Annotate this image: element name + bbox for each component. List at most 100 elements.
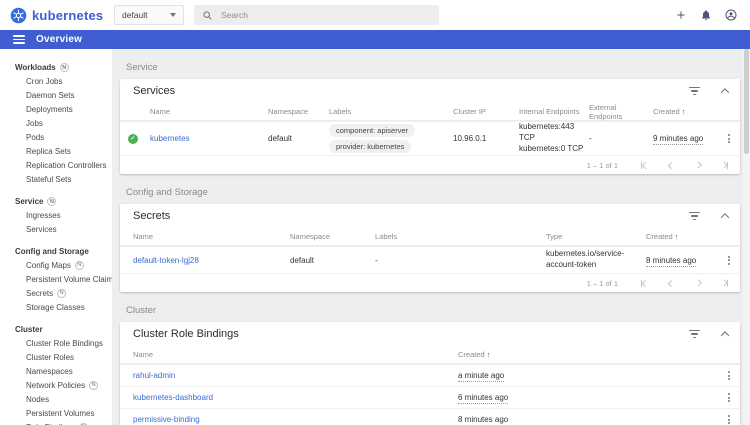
row-actions-menu-icon[interactable]	[726, 254, 732, 267]
cluster-role-bindings-card: Cluster Role Bindings Name Created ↑ rahu…	[120, 322, 740, 425]
sidebar-item-persistent-volume-claims[interactable]: Persistent Volume ClaimsN	[0, 272, 112, 286]
menu-icon[interactable]	[13, 34, 25, 45]
sidebar-item-daemon-sets[interactable]: Daemon Sets	[0, 88, 112, 102]
crb-table-header: Name Created ↑	[120, 346, 740, 364]
crb-created: 8 minutes ago	[458, 415, 509, 425]
sidebar-item-pods[interactable]: Pods	[0, 130, 112, 144]
table-row: rahul-admin a minute ago	[120, 364, 740, 386]
col-created[interactable]: Created ↑	[653, 107, 721, 116]
secrets-pagination: 1 – 1 of 1	[120, 273, 740, 292]
col-namespace[interactable]: Namespace	[268, 107, 329, 116]
section-title-cluster: Cluster	[126, 305, 157, 316]
sidebar-item-replication-controllers[interactable]: Replication Controllers	[0, 158, 112, 172]
secret-link[interactable]: default-token-lgj28	[133, 256, 199, 265]
sidebar-item-cluster-role-bindings[interactable]: Cluster Role Bindings	[0, 336, 112, 350]
sidebar-item-secrets[interactable]: Secrets N	[0, 286, 112, 300]
sidebar-item-nodes[interactable]: Nodes	[0, 392, 112, 406]
search-input[interactable]	[221, 10, 431, 20]
col-namespace[interactable]: Namespace	[290, 232, 375, 241]
crb-card-title: Cluster Role Bindings	[133, 328, 239, 340]
sidebar-item-ingresses[interactable]: Ingresses	[0, 208, 112, 222]
sidebar-item-role-bindings[interactable]: Role BindingsN	[0, 420, 112, 425]
label-chip: provider: kubernetes	[329, 140, 412, 153]
page-scrollbar[interactable]	[743, 49, 750, 425]
sidebar-item-cron-jobs[interactable]: Cron Jobs	[0, 74, 112, 88]
header-actions	[674, 8, 738, 22]
filter-icon[interactable]	[689, 330, 700, 338]
namespace-selector[interactable]: default	[114, 5, 184, 25]
sidebar-item-stateful-sets[interactable]: Stateful Sets	[0, 172, 112, 186]
table-row: ✓ kubernetes default component: apiserve…	[120, 121, 740, 155]
main-content: Service Services Name Namespace Labels C…	[112, 49, 750, 425]
sidebar-item-services[interactable]: Services	[0, 222, 112, 236]
namespaced-badge: N	[74, 260, 84, 270]
service-labels: component: apiserver provider: kubernete…	[329, 123, 453, 155]
sidebar: Workloads N Cron Jobs Daemon Sets Deploy…	[0, 49, 112, 425]
col-name[interactable]: Name	[120, 350, 458, 359]
col-internal-endpoints: Internal Endpoints	[519, 107, 580, 116]
status-ok-icon: ✓	[128, 133, 138, 144]
scrollbar-thumb[interactable]	[744, 49, 749, 154]
last-page-icon[interactable]	[720, 278, 730, 288]
row-actions-menu-icon[interactable]	[726, 413, 732, 425]
brand[interactable]: kubernetes	[10, 7, 114, 24]
col-name[interactable]: Name	[120, 232, 290, 241]
account-button[interactable]	[724, 8, 738, 22]
previous-page-icon[interactable]	[666, 278, 676, 288]
brand-name: kubernetes	[32, 7, 104, 23]
sidebar-item-namespaces[interactable]: Namespaces	[0, 364, 112, 378]
kubernetes-logo-icon	[10, 7, 27, 23]
secrets-card: Secrets Name Namespace Labels Type Creat…	[120, 204, 740, 292]
secret-namespace: default	[290, 255, 315, 265]
search-bar[interactable]	[194, 5, 439, 25]
collapse-icon[interactable]	[720, 213, 730, 222]
crb-created: 6 minutes ago	[458, 393, 509, 404]
filter-icon[interactable]	[689, 87, 700, 95]
previous-page-icon[interactable]	[666, 160, 676, 170]
sidebar-item-replica-sets[interactable]: Replica Sets	[0, 144, 112, 158]
collapse-icon[interactable]	[720, 331, 730, 340]
crb-link[interactable]: permissive-binding	[133, 415, 200, 424]
col-labels: Labels	[329, 107, 352, 116]
table-row: kubernetes-dashboard 6 minutes ago	[120, 386, 740, 408]
sidebar-item-storage-classes[interactable]: Storage Classes	[0, 300, 112, 314]
col-created[interactable]: Created ↑	[646, 232, 721, 241]
row-actions-menu-icon[interactable]	[726, 391, 732, 404]
first-page-icon[interactable]	[639, 278, 649, 288]
pagination-range: 1 – 1 of 1	[586, 160, 618, 170]
row-actions-menu-icon[interactable]	[726, 369, 732, 382]
sidebar-item-jobs[interactable]: Jobs	[0, 116, 112, 130]
page-toolbar: Overview	[0, 30, 750, 49]
col-name[interactable]: Name	[150, 107, 268, 116]
section-label-config-and-storage: Config and Storage	[15, 247, 89, 256]
col-created[interactable]: Created ↑	[458, 350, 721, 359]
next-page-icon[interactable]	[693, 278, 703, 288]
col-labels: Labels	[375, 232, 398, 241]
sidebar-item-network-policies[interactable]: Network Policies N	[0, 378, 112, 392]
sidebar-item-persistent-volumes[interactable]: Persistent Volumes	[0, 406, 112, 420]
secret-labels: -	[375, 255, 378, 265]
collapse-icon[interactable]	[720, 88, 730, 97]
section-label-service: Service N	[0, 195, 112, 208]
services-table-header: Name Namespace Labels Cluster IP Interna…	[120, 103, 740, 121]
crb-link[interactable]: kubernetes-dashboard	[133, 393, 213, 402]
sidebar-item-deployments[interactable]: Deployments	[0, 102, 112, 116]
col-cluster-ip[interactable]: Cluster IP	[453, 107, 519, 116]
sidebar-item-config-maps[interactable]: Config Maps N	[0, 258, 112, 272]
notifications-button[interactable]	[699, 8, 713, 22]
namespaced-badge: N	[47, 197, 57, 206]
sort-ascending-icon: ↑	[486, 350, 491, 359]
crb-link[interactable]: rahul-admin	[133, 371, 175, 380]
plus-icon	[677, 11, 685, 19]
first-page-icon[interactable]	[639, 160, 649, 170]
create-resource-button[interactable]	[674, 8, 688, 22]
service-link[interactable]: kubernetes	[150, 134, 190, 143]
section-title-config-and-storage: Config and Storage	[126, 187, 208, 198]
col-type[interactable]: Type	[546, 232, 646, 241]
row-actions-menu-icon[interactable]	[726, 132, 732, 145]
filter-icon[interactable]	[689, 212, 700, 220]
next-page-icon[interactable]	[693, 160, 703, 170]
sidebar-section-cluster: Cluster Cluster Role Bindings Cluster Ro…	[0, 323, 112, 425]
sidebar-item-cluster-roles[interactable]: Cluster Roles	[0, 350, 112, 364]
last-page-icon[interactable]	[720, 160, 730, 170]
